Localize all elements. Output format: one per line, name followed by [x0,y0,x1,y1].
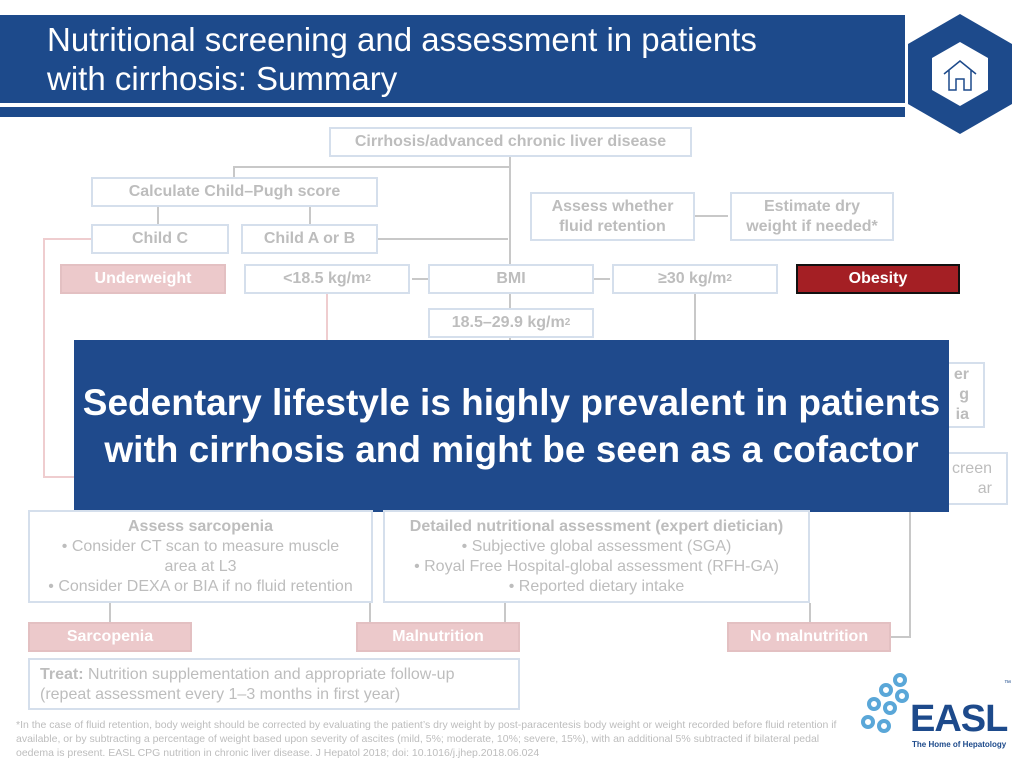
child-ab-box: Child A or B [241,224,378,254]
child-c-box: Child C [91,224,229,254]
assess-sarcopenia-box: Assess sarcopenia • Consider CT scan to m… [28,510,373,603]
easl-logo: EASL ™ The Home of Hepatology [858,670,1018,755]
dry-weight-box: Estimate dry weight if needed* [730,192,894,241]
easl-hexagons-icon [861,673,909,733]
bmi-low-box: <18.5 kg/m 2 [244,264,410,294]
child-pugh-box: Calculate Child–Pugh score [91,177,378,207]
cirrhosis-box: Cirrhosis/advanced chronic liver disease [329,127,692,157]
detailed-assessment-box: Detailed nutritional assessment (expert … [383,510,810,603]
no-malnutrition-box: No malnutrition [727,622,891,652]
fluid-retention-box: Assess whether fluid retention [530,192,695,241]
footnote: *In the case of fluid retention, body we… [16,719,837,759]
bmi-box: BMI [428,264,594,294]
sarcopenia-box: Sarcopenia [28,622,192,652]
underweight-box: Underweight [60,264,226,294]
bmi-mid-box: 18.5–29.9 kg/m 2 [428,308,594,338]
treat-box: Treat: Nutrition supplementation and app… [28,658,520,710]
sedentary-overlay-banner: Sedentary lifestyle is highly prevalent … [74,340,949,512]
obesity-box: Obesity [796,264,960,294]
bmi-high-box: ≥30 kg/m 2 [612,264,778,294]
malnutrition-box: Malnutrition [356,622,520,652]
